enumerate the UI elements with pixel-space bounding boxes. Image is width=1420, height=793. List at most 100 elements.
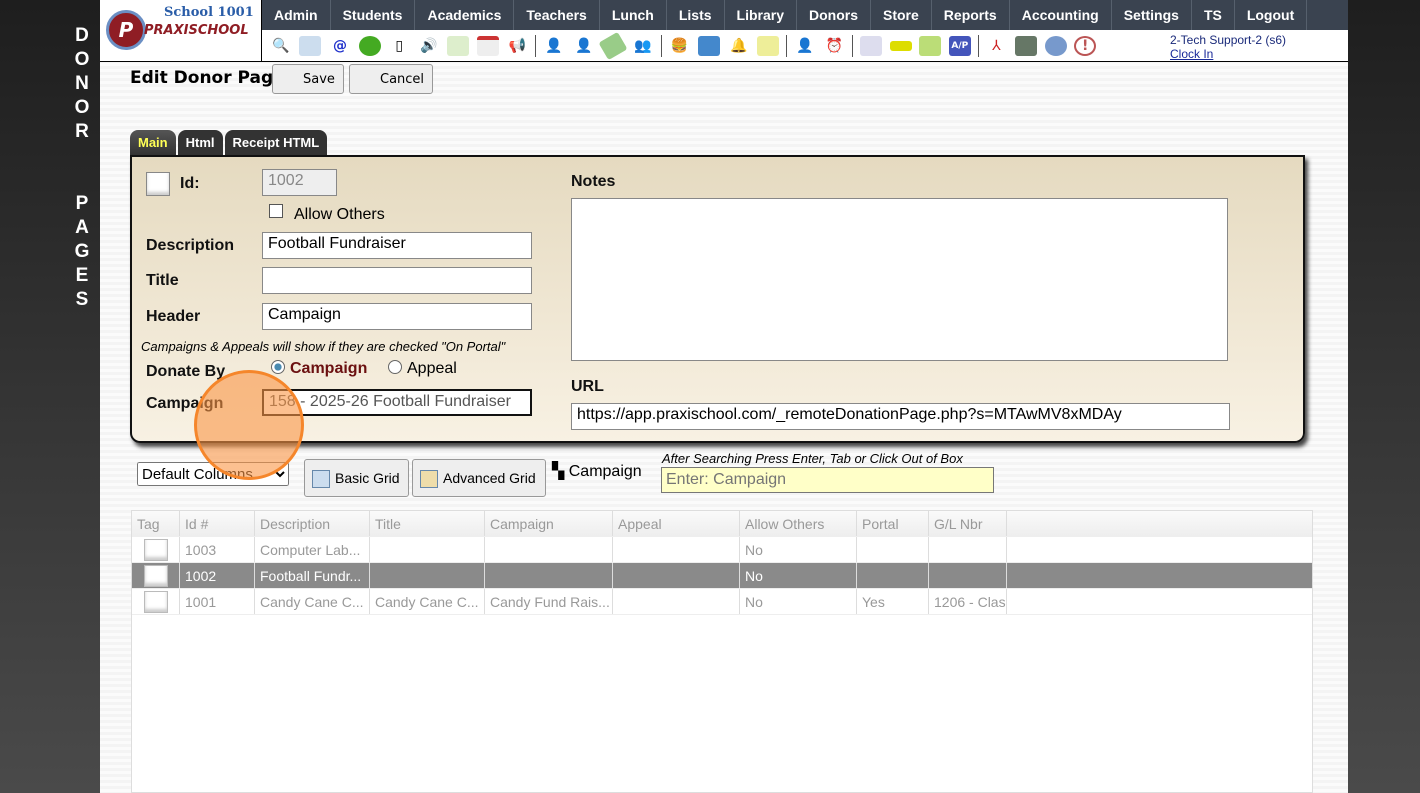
tag-cell (132, 537, 180, 562)
title-input[interactable] (262, 267, 532, 294)
table-row[interactable]: 1001 Candy Cane C... Candy Cane C... Candy … (132, 589, 1312, 615)
filler-cell (1007, 589, 1312, 614)
nav-teachers[interactable]: Teachers (514, 0, 600, 30)
description-input[interactable]: Football Fundraiser (262, 232, 532, 259)
url-label: URL (571, 378, 604, 395)
nav-logout[interactable]: Logout (1235, 0, 1308, 30)
row-checkbox[interactable] (144, 591, 168, 613)
spreadsheet-icon[interactable] (860, 35, 883, 56)
campaign-radio-label: Campaign (290, 360, 368, 377)
card-icon[interactable] (889, 40, 912, 51)
save-label: Save (303, 72, 335, 87)
bell-icon[interactable]: 🔔 (728, 36, 750, 56)
nav-library[interactable]: Library (725, 0, 797, 30)
add-user-icon[interactable]: 👤 (543, 36, 565, 56)
tab-main[interactable]: Main (130, 130, 176, 155)
basic-grid-button[interactable]: Basic Grid (304, 459, 409, 497)
logo[interactable]: P School 1001 PRAXISCHOOL (100, 0, 262, 62)
id-field: 1002 (262, 169, 337, 196)
power-icon[interactable]: ! (1074, 35, 1097, 56)
nav-settings[interactable]: Settings (1112, 0, 1192, 30)
filler-cell (1007, 537, 1312, 562)
allow-others-checkbox[interactable] (269, 204, 283, 218)
grid-cell: 1206 - Class of 2014 -8616 (929, 589, 1007, 614)
user-info: 2-Tech Support-2 (s6) Clock In (1170, 33, 1286, 61)
grid-cell: Football Fundr... (255, 563, 370, 588)
vertical-title: DONORPAGES (74, 25, 90, 310)
speaker-icon[interactable]: 🔊 (418, 36, 440, 56)
click-indicator (194, 370, 304, 480)
donor-pages-grid: Tag Id # Description Title Campaign Appeal All… (131, 510, 1313, 793)
people-icon[interactable]: 👥 (632, 36, 654, 56)
grid-cell: Candy Cane C... (255, 589, 370, 614)
notes-textarea[interactable] (571, 198, 1228, 361)
page-title: Edit Donor Page (130, 68, 285, 88)
megaphone-icon[interactable]: 📢 (507, 36, 529, 56)
staff-icon[interactable]: 👤 (794, 36, 816, 56)
nav-reports[interactable]: Reports (932, 0, 1010, 30)
allow-others-label: Allow Others (294, 206, 385, 223)
printer-icon[interactable] (919, 35, 942, 56)
grid-cell (857, 563, 929, 588)
campaign-search-input[interactable] (661, 467, 994, 493)
search-icon[interactable]: 🔍 (270, 36, 292, 56)
schedule-icon[interactable] (447, 35, 470, 56)
grid-cell (613, 537, 740, 562)
calendar-icon[interactable] (476, 35, 499, 56)
tab-html[interactable]: Html (177, 130, 223, 155)
grid-cell (857, 537, 929, 562)
search-label: ▚ Campaign (552, 461, 642, 481)
clock-icon[interactable]: ⏰ (823, 36, 845, 56)
nav-donors[interactable]: Donors (797, 0, 871, 30)
row-checkbox[interactable] (144, 565, 168, 587)
nav-store[interactable]: Store (871, 0, 932, 30)
note-arrow-icon[interactable] (757, 35, 780, 56)
table-row[interactable]: 1003 Computer Lab... No (132, 537, 1312, 563)
logo-icon: P (106, 10, 146, 50)
pdf-icon[interactable]: ⅄ (985, 36, 1007, 56)
description-label: Description (146, 237, 235, 254)
row-checkbox[interactable] (144, 539, 168, 561)
grid-cell (613, 589, 740, 614)
nav-ts[interactable]: TS (1192, 0, 1235, 30)
url-input[interactable]: https://app.praxischool.com/_remoteDonat… (571, 403, 1230, 430)
grid-cell: 1003 (180, 537, 255, 562)
phone-icon[interactable]: ▯ (388, 36, 410, 56)
help-icon[interactable] (1044, 35, 1067, 56)
nav-students[interactable]: Students (331, 0, 416, 30)
search-hint: After Searching Press Enter, Tab or Clic… (662, 451, 963, 466)
email-icon[interactable]: @ (329, 36, 351, 56)
id-label: Id: (180, 175, 200, 192)
cash-register-icon[interactable] (1015, 35, 1038, 56)
cancel-button[interactable]: Cancel (349, 64, 433, 94)
nav-lists[interactable]: Lists (667, 0, 725, 30)
cancel-label: Cancel (380, 72, 425, 87)
chat-icon[interactable] (358, 35, 381, 56)
advanced-grid-button[interactable]: Advanced Grid (412, 459, 546, 497)
tag-cell (132, 589, 180, 614)
nav-lunch[interactable]: Lunch (600, 0, 667, 30)
grid-icon[interactable] (299, 35, 322, 56)
nav-academics[interactable]: Academics (415, 0, 515, 30)
ap-icon[interactable]: A/P (948, 35, 971, 56)
tab-receipt-html[interactable]: Receipt HTML (224, 130, 328, 155)
money-icon[interactable] (598, 31, 628, 60)
table-row[interactable]: 1002 Football Fundr... No (132, 563, 1312, 589)
grid-cell (929, 563, 1007, 588)
grid-header-row: Tag Id # Description Title Campaign Appeal All… (132, 511, 1312, 537)
save-button[interactable]: Save (272, 64, 344, 94)
burger-icon[interactable]: 🍔 (669, 36, 691, 56)
column-header: Tag (132, 511, 180, 536)
appeal-radio[interactable] (388, 360, 402, 374)
header-input[interactable]: Campaign (262, 303, 532, 330)
grid-cell: Yes (857, 589, 929, 614)
campaign-radio[interactable] (271, 360, 285, 374)
tag-checkbox[interactable] (146, 172, 170, 196)
nav-admin[interactable]: Admin (262, 0, 331, 30)
column-header: Title (370, 511, 485, 536)
grid-cell (485, 563, 613, 588)
book-icon[interactable] (698, 35, 721, 56)
user-icon[interactable]: 👤 (573, 36, 595, 56)
nav-accounting[interactable]: Accounting (1010, 0, 1112, 30)
clock-in-link[interactable]: Clock In (1170, 47, 1286, 61)
